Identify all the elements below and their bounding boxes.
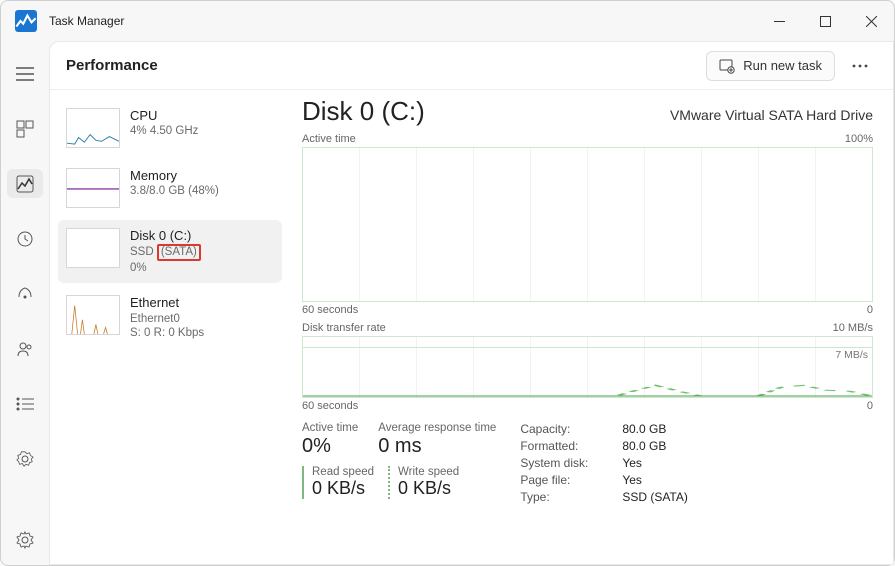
type-label: Type:: [520, 490, 610, 504]
nav-details-icon[interactable]: [7, 390, 43, 419]
formatted-value: 80.0 GB: [622, 439, 688, 453]
system-disk-value: Yes: [622, 456, 688, 470]
titlebar: Task Manager: [1, 1, 894, 41]
performance-list: CPU 4% 4.50 GHz Memory 3.8/8.0 GB (48%): [50, 90, 290, 564]
disk-sub-prefix: SSD: [130, 246, 157, 258]
perf-item-name: CPU: [130, 108, 198, 124]
ethernet-thumb: [66, 295, 120, 335]
nav-processes-icon[interactable]: [7, 114, 43, 143]
active-time-chart: [302, 147, 873, 302]
app-title: Task Manager: [49, 14, 124, 28]
read-speed-value: 0 KB/s: [312, 478, 374, 499]
read-speed-label: Read speed: [312, 466, 374, 478]
perf-item-sub: 4% 4.50 GHz: [130, 124, 198, 138]
nav-users-icon[interactable]: [7, 335, 43, 364]
formatted-label: Formatted:: [520, 439, 610, 453]
disk-properties: Capacity: 80.0 GB Formatted: 80.0 GB Syste…: [520, 422, 688, 504]
perf-item-disk0[interactable]: Disk 0 (C:) SSD (SATA) 0%: [58, 220, 282, 283]
chart-transfer-label: Disk transfer rate: [302, 322, 386, 334]
system-disk-label: System disk:: [520, 456, 610, 470]
settings-icon[interactable]: [7, 526, 43, 555]
nav-services-icon[interactable]: [7, 445, 43, 474]
nav-rail: [1, 41, 49, 565]
minimize-button[interactable]: [756, 1, 802, 41]
active-time-value: 0%: [302, 435, 358, 458]
page-file-value: Yes: [622, 473, 688, 487]
app-icon: [15, 10, 37, 32]
perf-item-name: Disk 0 (C:): [130, 228, 201, 244]
content-header: Performance Run new task: [50, 42, 893, 90]
chart-x-left: 60 seconds: [302, 304, 358, 316]
perf-item-ethernet[interactable]: Ethernet Ethernet0 S: 0 R: 0 Kbps: [58, 287, 282, 348]
perf-item-sub2: 0%: [130, 261, 201, 275]
perf-item-memory[interactable]: Memory 3.8/8.0 GB (48%): [58, 160, 282, 216]
perf-item-cpu[interactable]: CPU 4% 4.50 GHz: [58, 100, 282, 156]
perf-item-sub: SSD (SATA): [130, 244, 201, 261]
perf-item-name: Ethernet: [130, 295, 204, 311]
chart-x-right: 0: [867, 304, 873, 316]
maximize-button[interactable]: [802, 1, 848, 41]
run-task-label: Run new task: [743, 58, 822, 73]
capacity-value: 80.0 GB: [622, 422, 688, 436]
capacity-label: Capacity:: [520, 422, 610, 436]
perf-item-sub: Ethernet0: [130, 312, 204, 326]
cpu-thumb: [66, 108, 120, 148]
more-options-button[interactable]: [843, 50, 877, 82]
detail-model: VMware Virtual SATA Hard Drive: [670, 107, 873, 123]
detail-title: Disk 0 (C:): [302, 96, 425, 127]
chart-transfer-max: 10 MB/s: [833, 322, 873, 334]
run-task-icon: [719, 58, 735, 74]
avg-response-value: 0 ms: [378, 435, 496, 458]
nav-startup-icon[interactable]: [7, 279, 43, 308]
page-file-label: Page file:: [520, 473, 610, 487]
chart-active-time-label: Active time: [302, 133, 356, 145]
transfer-rate-chart: 7 MB/s: [302, 336, 873, 398]
chart2-x-left: 60 seconds: [302, 400, 358, 412]
nav-performance-icon[interactable]: [7, 169, 43, 198]
chart-active-time-max: 100%: [845, 133, 873, 145]
run-new-task-button[interactable]: Run new task: [706, 51, 835, 81]
active-time-label: Active time: [302, 422, 358, 434]
perf-item-sub: 3.8/8.0 GB (48%): [130, 184, 219, 198]
write-speed-label: Write speed: [398, 466, 459, 478]
nav-app-history-icon[interactable]: [7, 224, 43, 253]
close-button[interactable]: [848, 1, 894, 41]
hamburger-icon[interactable]: [7, 59, 43, 88]
detail-pane: Disk 0 (C:) VMware Virtual SATA Hard Dri…: [290, 90, 893, 564]
memory-thumb: [66, 168, 120, 208]
sata-highlight: (SATA): [157, 244, 201, 261]
page-title: Performance: [66, 57, 158, 74]
perf-item-name: Memory: [130, 168, 219, 184]
disk-thumb: [66, 228, 120, 268]
chart2-x-right: 0: [867, 400, 873, 412]
avg-response-label: Average response time: [378, 422, 496, 434]
perf-item-sub2: S: 0 R: 0 Kbps: [130, 326, 204, 340]
write-speed-value: 0 KB/s: [398, 478, 459, 499]
type-value: SSD (SATA): [622, 490, 688, 504]
